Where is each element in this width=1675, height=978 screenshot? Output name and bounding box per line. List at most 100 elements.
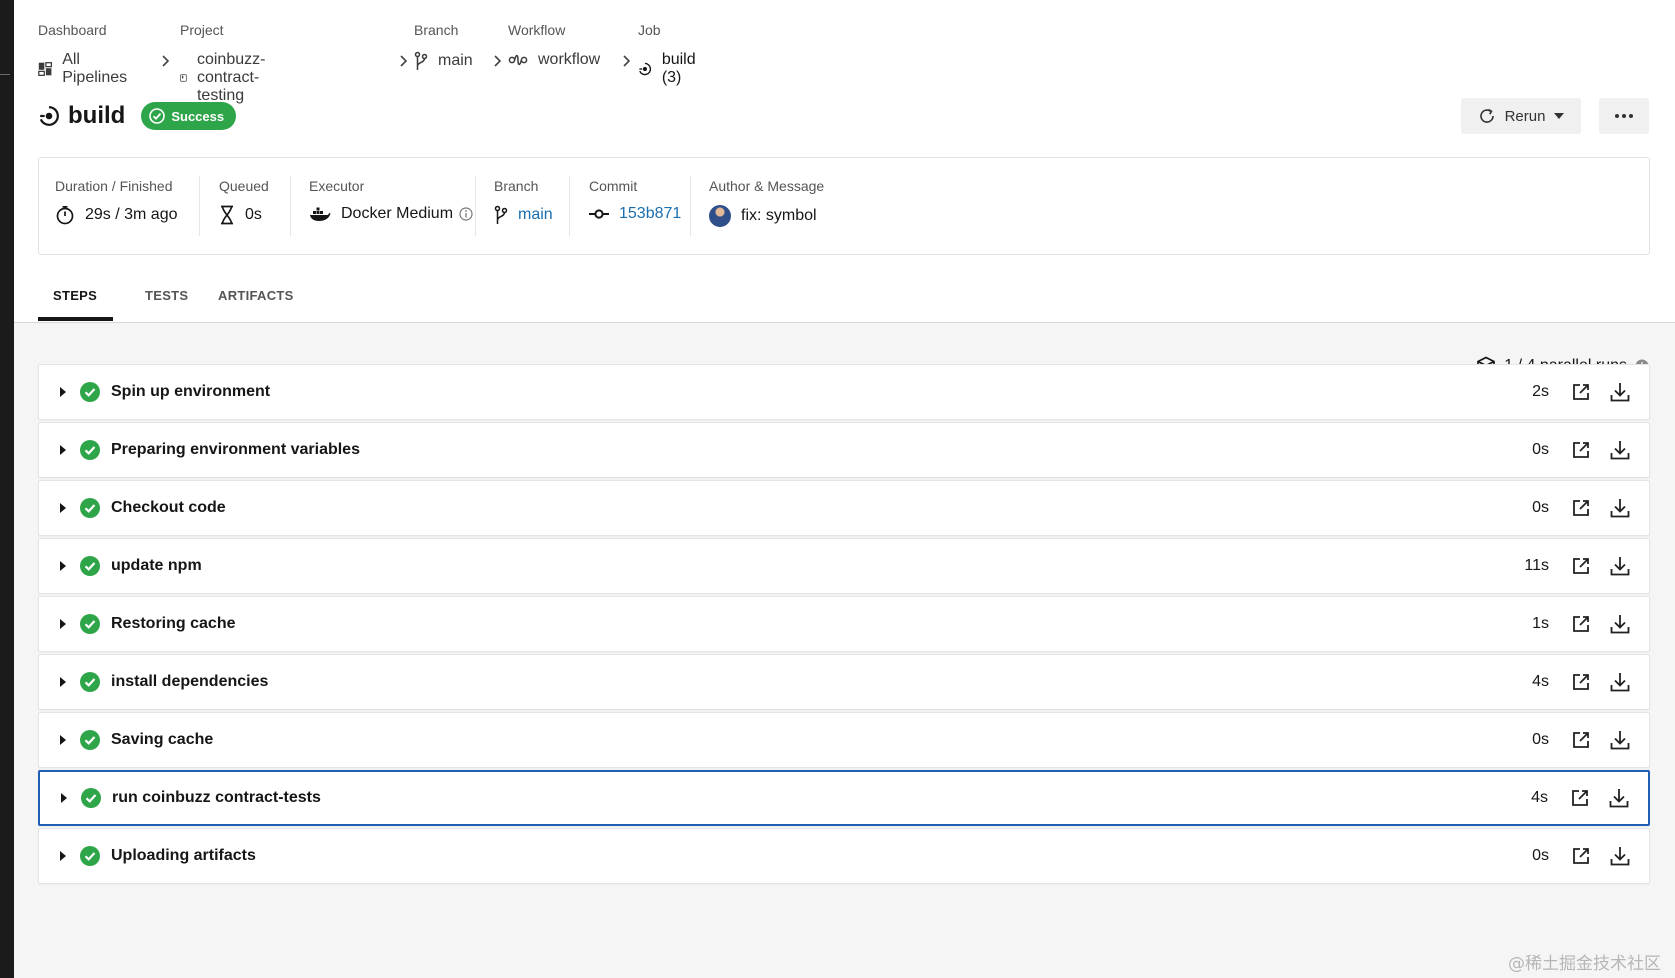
avatar[interactable] bbox=[709, 205, 731, 227]
external-link-icon[interactable] bbox=[1571, 730, 1591, 750]
caret-right-icon[interactable] bbox=[59, 677, 67, 687]
step-row[interactable]: Restoring cache 1s bbox=[38, 596, 1650, 652]
caret-right-icon[interactable] bbox=[59, 445, 67, 455]
info-value: 0s bbox=[245, 206, 262, 223]
status-badge: Success bbox=[141, 102, 237, 130]
step-row[interactable]: install dependencies 4s bbox=[38, 654, 1650, 710]
info-label: Commit bbox=[589, 178, 638, 194]
step-name: Preparing environment variables bbox=[111, 441, 360, 458]
commit-link[interactable]: 153b871 bbox=[619, 205, 681, 223]
step-name: Spin up environment bbox=[111, 383, 271, 400]
breadcrumb-value: All Pipelines bbox=[62, 51, 128, 86]
more-icon bbox=[1615, 114, 1633, 118]
divider bbox=[569, 176, 570, 236]
step-row[interactable]: Checkout code 0s bbox=[38, 480, 1650, 536]
job-page: Dashboard All Pipelines Project coinbuzz… bbox=[14, 0, 1675, 978]
caret-right-icon[interactable] bbox=[59, 735, 67, 745]
breadcrumb-value: coinbuzz-contract-testing bbox=[196, 51, 266, 104]
job-icon bbox=[39, 106, 59, 126]
step-row[interactable]: update npm 11s bbox=[38, 538, 1650, 594]
external-link-icon[interactable] bbox=[1571, 846, 1591, 866]
external-link-icon[interactable] bbox=[1571, 440, 1591, 460]
chevron-right-icon bbox=[400, 55, 408, 67]
external-link-icon[interactable] bbox=[1571, 614, 1591, 634]
download-icon[interactable] bbox=[1609, 497, 1631, 519]
step-row[interactable]: run coinbuzz contract-tests 4s bbox=[38, 770, 1650, 826]
check-circle-icon bbox=[80, 498, 100, 518]
more-options-button[interactable] bbox=[1599, 98, 1649, 134]
external-link-icon[interactable] bbox=[1571, 498, 1591, 518]
download-icon[interactable] bbox=[1609, 381, 1631, 403]
caret-right-icon[interactable] bbox=[59, 387, 67, 397]
rerun-button[interactable]: Rerun bbox=[1461, 98, 1581, 134]
docker-icon bbox=[310, 207, 331, 221]
caret-right-icon[interactable] bbox=[59, 851, 67, 861]
steps-panel: 1 / 4 parallel runs Spin up environment2… bbox=[14, 323, 1675, 978]
step-duration: 4s bbox=[1531, 789, 1548, 806]
info-icon[interactable] bbox=[459, 207, 473, 221]
step-row[interactable]: Saving cache 0s bbox=[38, 712, 1650, 768]
info-value: 29s / 3m ago bbox=[85, 206, 178, 223]
download-icon[interactable] bbox=[1609, 555, 1631, 577]
check-circle-icon bbox=[81, 788, 101, 808]
external-link-icon[interactable] bbox=[1571, 556, 1591, 576]
breadcrumb-branch[interactable]: Branch main bbox=[414, 22, 473, 71]
divider bbox=[290, 176, 291, 236]
download-icon[interactable] bbox=[1609, 439, 1631, 461]
caret-right-icon[interactable] bbox=[59, 619, 67, 629]
step-name: Restoring cache bbox=[111, 615, 236, 632]
breadcrumb-label: Job bbox=[638, 22, 661, 38]
page-title: build bbox=[68, 102, 126, 129]
step-name: Uploading artifacts bbox=[111, 847, 256, 864]
step-name: Saving cache bbox=[111, 731, 214, 748]
breadcrumb-value: main bbox=[438, 52, 473, 69]
active-tab-indicator bbox=[38, 317, 113, 321]
external-link-icon[interactable] bbox=[1571, 672, 1591, 692]
caret-right-icon[interactable] bbox=[59, 561, 67, 571]
breadcrumb-job[interactable]: Job build (3) bbox=[638, 22, 702, 87]
stopwatch-icon bbox=[56, 205, 74, 225]
step-row[interactable]: Preparing environment variables 0s bbox=[38, 422, 1650, 478]
download-icon[interactable] bbox=[1609, 613, 1631, 635]
breadcrumb-dashboard[interactable]: Dashboard All Pipelines bbox=[38, 22, 131, 87]
caret-right-icon[interactable] bbox=[60, 793, 68, 803]
tab-tests[interactable]: TESTS bbox=[145, 288, 188, 303]
project-icon bbox=[180, 74, 187, 82]
tab-artifacts[interactable]: ARTIFACTS bbox=[218, 288, 294, 303]
edge-tick bbox=[0, 74, 10, 75]
download-icon[interactable] bbox=[1609, 729, 1631, 751]
external-link-icon[interactable] bbox=[1571, 382, 1591, 402]
download-icon[interactable] bbox=[1608, 787, 1630, 809]
tab-steps[interactable]: STEPS bbox=[53, 288, 97, 303]
job-info-card: Duration / Finished 29s / 3m ago Queued … bbox=[38, 157, 1650, 255]
step-name: install dependencies bbox=[111, 673, 269, 690]
caret-right-icon[interactable] bbox=[59, 503, 67, 513]
step-duration: 4s bbox=[1532, 673, 1549, 690]
breadcrumb-label: Workflow bbox=[508, 22, 566, 38]
breadcrumb-label: Dashboard bbox=[38, 22, 107, 38]
step-duration: 0s bbox=[1532, 847, 1549, 864]
step-duration: 0s bbox=[1532, 731, 1549, 748]
check-circle-icon bbox=[80, 672, 100, 692]
divider bbox=[199, 176, 200, 236]
chevron-right-icon bbox=[623, 55, 631, 67]
download-icon[interactable] bbox=[1609, 845, 1631, 867]
refresh-icon bbox=[1479, 108, 1494, 123]
external-link-icon[interactable] bbox=[1570, 788, 1590, 808]
breadcrumb-workflow[interactable]: Workflow workflow bbox=[508, 22, 600, 69]
branch-icon bbox=[414, 51, 428, 70]
step-row[interactable]: Spin up environment 2s bbox=[38, 364, 1650, 420]
breadcrumb-project[interactable]: Project coinbuzz-contract-testing bbox=[180, 22, 274, 105]
download-icon[interactable] bbox=[1609, 671, 1631, 693]
branch-link[interactable]: main bbox=[518, 206, 553, 224]
step-name: run coinbuzz contract-tests bbox=[112, 789, 321, 806]
check-circle-icon bbox=[80, 846, 100, 866]
step-row[interactable]: Uploading artifacts 0s bbox=[38, 828, 1650, 884]
info-label: Duration / Finished bbox=[55, 178, 173, 194]
step-name: update npm bbox=[111, 557, 202, 574]
step-duration: 11s bbox=[1524, 557, 1549, 574]
dashboard-icon bbox=[38, 62, 53, 76]
check-circle-icon bbox=[80, 382, 100, 402]
chevron-right-icon bbox=[162, 55, 170, 67]
workflow-icon bbox=[508, 54, 528, 66]
